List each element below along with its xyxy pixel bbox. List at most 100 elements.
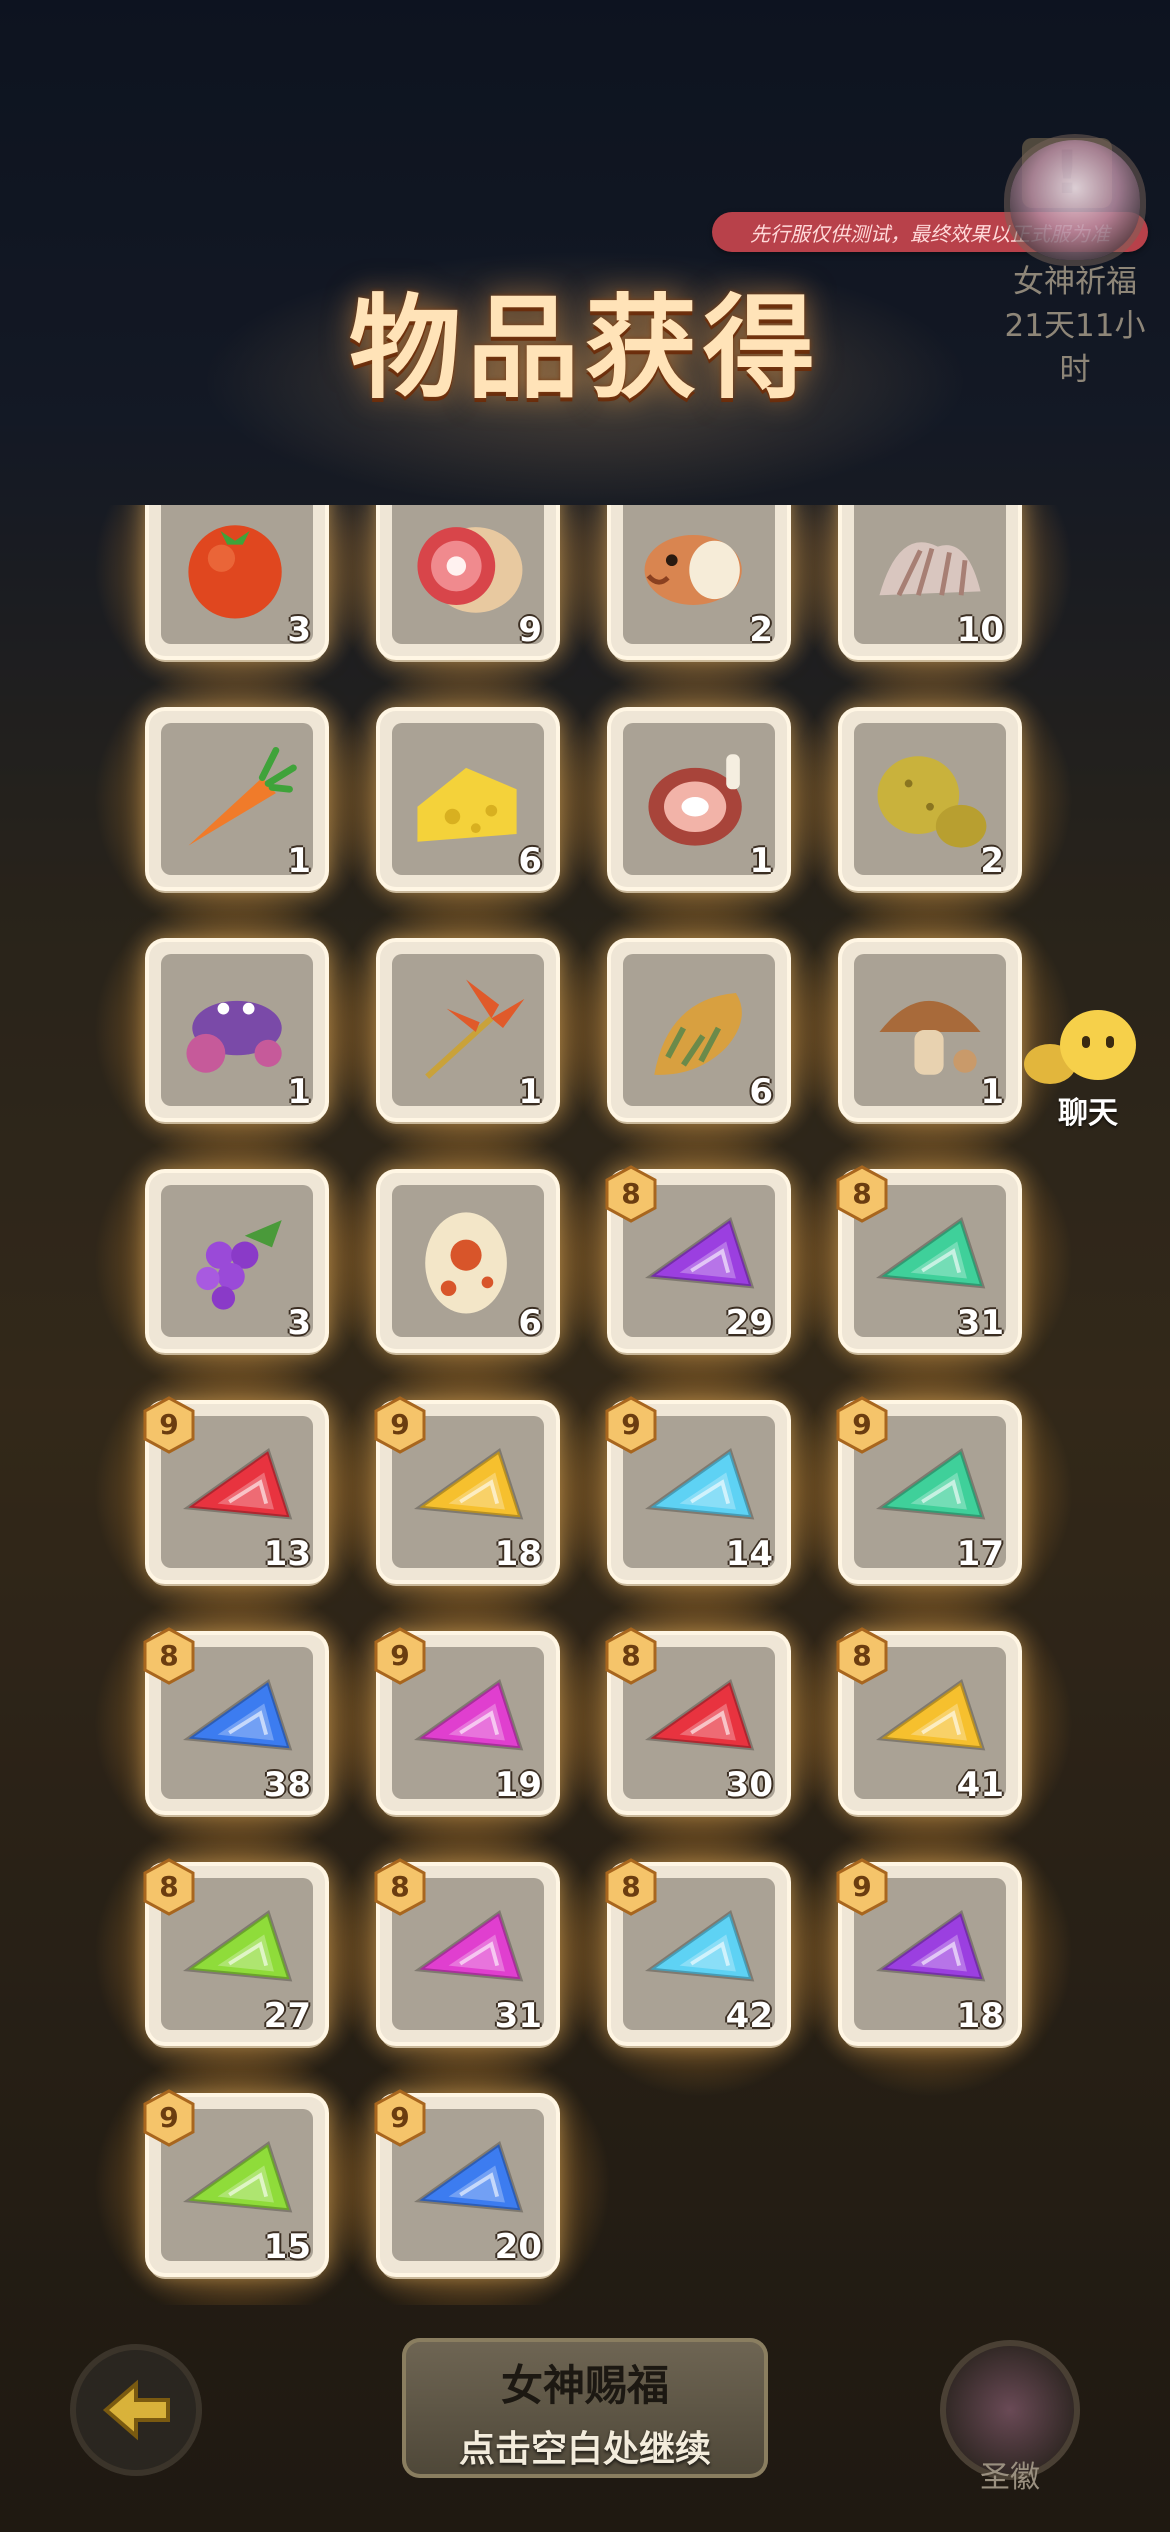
item-level-number: 9 bbox=[852, 1870, 872, 1903]
item-level-number: 9 bbox=[390, 2101, 410, 2134]
item-quantity: 31 bbox=[494, 1996, 542, 2036]
item-level-badge: 8 bbox=[143, 1627, 195, 1685]
item-level-number: 8 bbox=[621, 1177, 641, 1210]
reward-item[interactable]: 2 bbox=[782, 651, 1078, 947]
item-level-number: 8 bbox=[621, 1639, 641, 1672]
reward-item[interactable]: 18 9 bbox=[320, 1344, 616, 1640]
item-level-badge: 8 bbox=[143, 1858, 195, 1916]
item-quantity: 42 bbox=[725, 1996, 773, 2036]
shrimp-icon bbox=[654, 993, 742, 1075]
reward-item[interactable]: 29 8 bbox=[551, 1113, 847, 1409]
item-level-number: 9 bbox=[390, 1408, 410, 1441]
item-quantity: 41 bbox=[956, 1765, 1004, 1805]
reward-item[interactable]: 27 8 bbox=[89, 1806, 385, 2102]
reward-item[interactable]: 2 bbox=[551, 505, 847, 716]
reward-item[interactable]: 1 bbox=[551, 651, 847, 947]
reward-item[interactable]: 17 9 bbox=[782, 1344, 1078, 1640]
item-level-badge: 9 bbox=[143, 1396, 195, 1454]
item-level-badge: 8 bbox=[605, 1627, 657, 1685]
meat-leg-icon bbox=[648, 754, 742, 846]
cheese-icon bbox=[417, 767, 517, 842]
item-level-number: 8 bbox=[390, 1870, 410, 1903]
reward-item[interactable]: 41 8 bbox=[782, 1575, 1078, 1871]
reward-item[interactable]: 1 bbox=[89, 651, 385, 947]
item-quantity: 20 bbox=[494, 2227, 542, 2267]
chat-label: 聊天 bbox=[1058, 1096, 1118, 1131]
crab-icon bbox=[186, 1000, 282, 1073]
reward-item[interactable]: 31 8 bbox=[320, 1806, 616, 2102]
reward-item[interactable]: 3 bbox=[89, 1113, 385, 1409]
ham-icon bbox=[417, 527, 523, 613]
reward-item[interactable]: 6 bbox=[320, 651, 616, 947]
item-level-badge: 8 bbox=[605, 1165, 657, 1223]
item-level-number: 8 bbox=[621, 1870, 641, 1903]
reward-item[interactable]: 1 bbox=[320, 882, 616, 1178]
item-level-badge: 9 bbox=[374, 1627, 426, 1685]
item-quantity: 6 bbox=[518, 841, 542, 881]
item-level-number: 8 bbox=[159, 1870, 179, 1903]
blessing-label: 女神赐福 bbox=[500, 2361, 669, 2410]
item-quantity: 30 bbox=[725, 1765, 773, 1805]
item-level-number: 9 bbox=[159, 2101, 179, 2134]
reward-item[interactable]: 3 bbox=[89, 505, 385, 716]
reward-item[interactable]: 1 bbox=[782, 882, 1078, 1178]
chat-button[interactable]: 聊天 bbox=[1018, 1010, 1158, 1132]
reward-item[interactable]: 20 9 bbox=[320, 2037, 616, 2305]
potato-icon bbox=[877, 756, 987, 848]
reward-item[interactable]: 38 8 bbox=[89, 1575, 385, 1871]
page-title: 物品获得 bbox=[349, 283, 821, 414]
reward-item[interactable]: 10 bbox=[782, 505, 1078, 716]
item-quantity: 1 bbox=[749, 841, 773, 881]
item-level-badge: 9 bbox=[374, 2089, 426, 2147]
item-level-number: 9 bbox=[390, 1639, 410, 1672]
grapes-icon bbox=[196, 1220, 282, 1310]
item-quantity: 29 bbox=[725, 1303, 773, 1343]
item-quantity: 15 bbox=[263, 2227, 311, 2267]
item-level-number: 8 bbox=[852, 1177, 872, 1210]
reward-item[interactable]: 19 9 bbox=[320, 1575, 616, 1871]
item-quantity: 1 bbox=[518, 1072, 542, 1112]
reward-item[interactable]: 31 8 bbox=[782, 1113, 1078, 1409]
reward-item[interactable]: 15 9 bbox=[89, 2037, 385, 2305]
emblem-button[interactable]: 圣徽 bbox=[935, 2340, 1085, 2496]
item-grid: 3 9 2 10 1 6 1 2 1 1 6 1 3 6 29 8 31 8 13 9 18 9 14 9 17 9 38 8 19 9 3… bbox=[0, 505, 1170, 2305]
reward-item[interactable]: 30 8 bbox=[551, 1575, 847, 1871]
item-level-badge: 8 bbox=[605, 1858, 657, 1916]
item-quantity: 13 bbox=[263, 1534, 311, 1574]
carrot-icon bbox=[188, 746, 297, 846]
reward-item[interactable]: 18 9 bbox=[782, 1806, 1078, 2102]
goddess-shield-icon bbox=[1010, 140, 1140, 260]
reward-item[interactable]: 6 bbox=[320, 1113, 616, 1409]
item-quantity: 14 bbox=[725, 1534, 773, 1574]
item-quantity: 1 bbox=[287, 1072, 311, 1112]
item-level-badge: 9 bbox=[605, 1396, 657, 1454]
item-level-badge: 9 bbox=[836, 1858, 888, 1916]
tomato-icon bbox=[188, 525, 282, 619]
item-quantity: 10 bbox=[956, 610, 1004, 650]
item-quantity: 18 bbox=[494, 1534, 542, 1574]
item-quantity: 17 bbox=[956, 1534, 1004, 1574]
item-quantity: 1 bbox=[980, 1072, 1004, 1112]
item-level-badge: 9 bbox=[836, 1396, 888, 1454]
item-quantity: 18 bbox=[956, 1996, 1004, 2036]
item-quantity: 27 bbox=[263, 1996, 311, 2036]
reward-item[interactable]: 6 bbox=[551, 882, 847, 1178]
fish-icon bbox=[644, 534, 742, 605]
reward-item[interactable]: 13 9 bbox=[89, 1344, 385, 1640]
reward-item[interactable]: 1 bbox=[89, 882, 385, 1178]
item-level-badge: 9 bbox=[143, 2089, 195, 2147]
red-herb-icon bbox=[425, 979, 525, 1079]
item-level-number: 8 bbox=[852, 1639, 872, 1672]
item-quantity: 2 bbox=[980, 841, 1004, 881]
item-level-number: 9 bbox=[852, 1408, 872, 1441]
chat-face-icon bbox=[1060, 1010, 1136, 1080]
emblem-label: 圣徽 bbox=[980, 2460, 1040, 2495]
item-quantity: 3 bbox=[287, 1303, 311, 1343]
item-quantity: 31 bbox=[956, 1303, 1004, 1343]
reward-item[interactable]: 42 8 bbox=[551, 1806, 847, 2102]
item-level-badge: 8 bbox=[374, 1858, 426, 1916]
item-quantity: 38 bbox=[263, 1765, 311, 1805]
mushroom-icon bbox=[879, 1000, 981, 1075]
reward-item[interactable]: 9 bbox=[320, 505, 616, 716]
reward-item[interactable]: 14 9 bbox=[551, 1344, 847, 1640]
